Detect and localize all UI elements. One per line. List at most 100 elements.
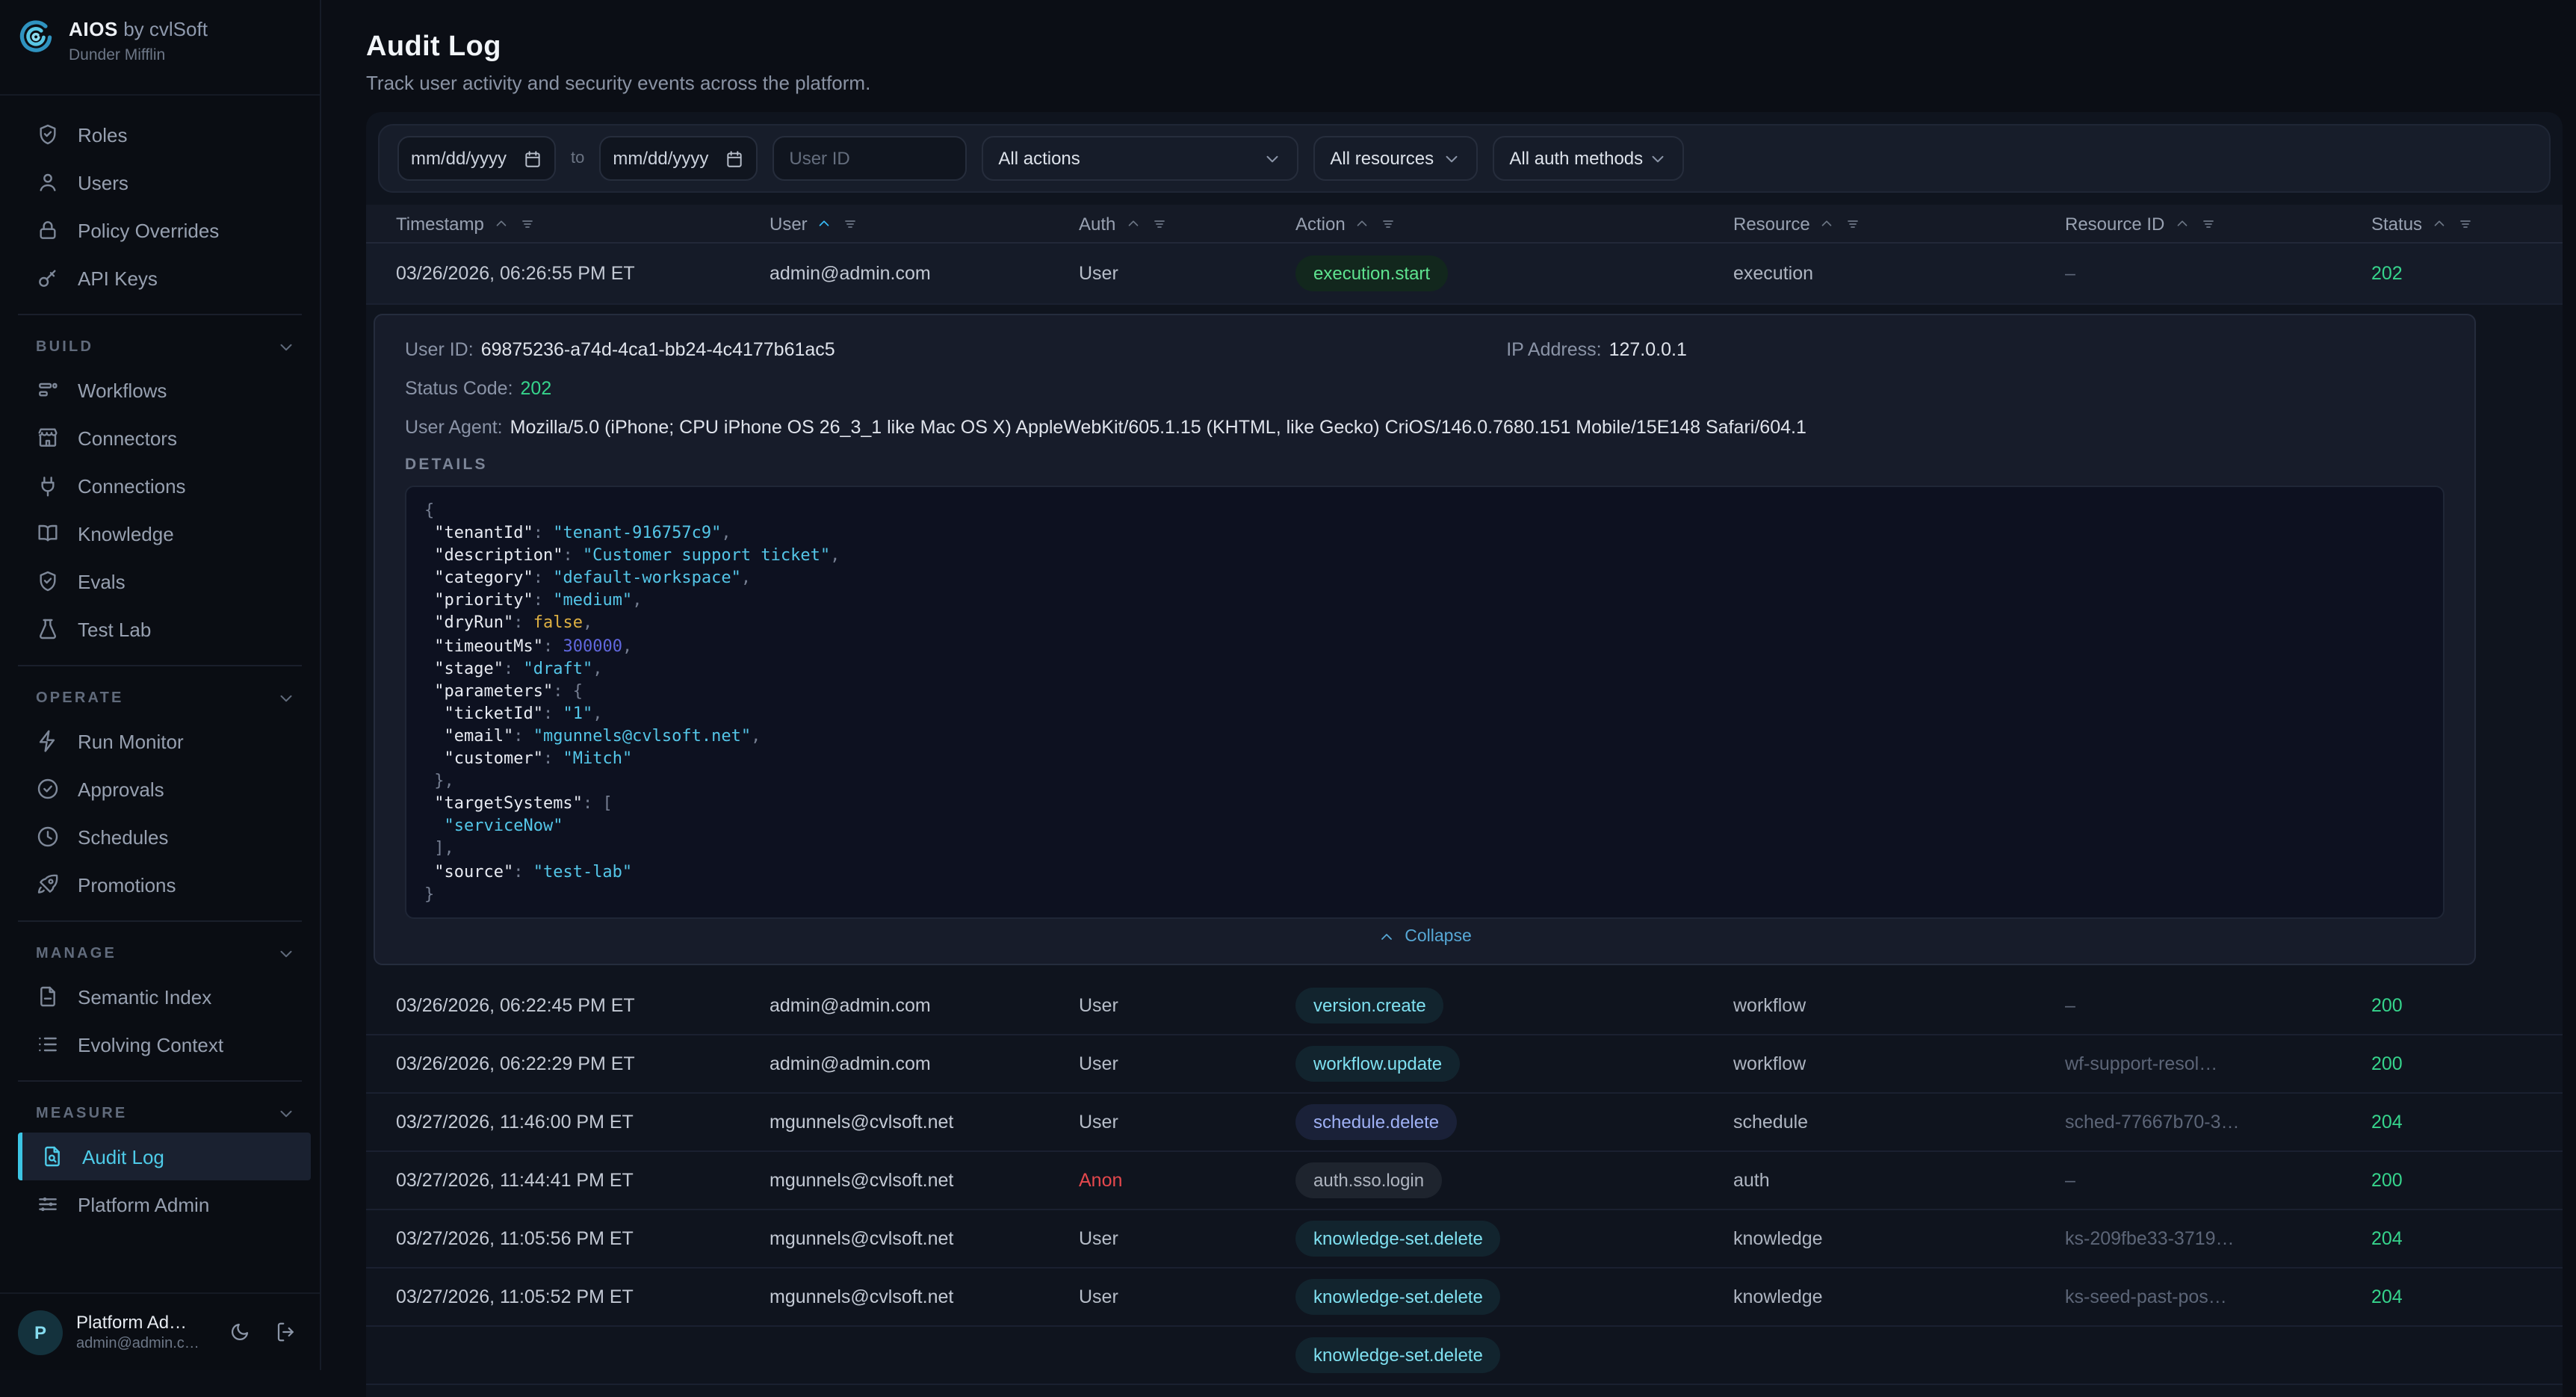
- sidebar-item-connections[interactable]: Connections: [0, 462, 320, 509]
- theme-toggle-button[interactable]: [223, 1316, 256, 1348]
- sidebar-item-roles[interactable]: Roles: [0, 111, 320, 158]
- audit-log-row[interactable]: 03/27/2026, 11:44:41 PM ETmgunnels@cvlso…: [366, 1151, 2563, 1209]
- audit-log-row[interactable]: 03/27/2026, 11:46:00 PM ETmgunnels@cvlso…: [366, 1093, 2563, 1151]
- shield-check-icon: [36, 123, 60, 146]
- check-circle-icon: [36, 777, 60, 801]
- cell-action: execution.start: [1295, 255, 1733, 291]
- column-header-user[interactable]: User: [770, 213, 1079, 234]
- chevron-up-icon: [2431, 215, 2447, 232]
- book-icon: [36, 521, 60, 545]
- sidebar-item-knowledge[interactable]: Knowledge: [0, 509, 320, 557]
- cell-resource: execution: [1733, 263, 2065, 284]
- cell-timestamp: 03/27/2026, 11:05:52 PM ET: [396, 1286, 770, 1307]
- app-name: AIOS: [69, 18, 118, 40]
- auth-methods-select[interactable]: All auth methods: [1493, 136, 1684, 181]
- sidebar-item-evals[interactable]: Evals: [0, 557, 320, 605]
- sidebar-item-run-monitor[interactable]: Run Monitor: [0, 717, 320, 765]
- column-header-auth[interactable]: Auth: [1079, 213, 1295, 234]
- sidebar-section-build[interactable]: BUILD: [0, 327, 320, 366]
- column-label: Resource: [1733, 213, 1810, 234]
- sidebar-divider: [18, 1080, 302, 1082]
- audit-log-row[interactable]: 03/26/2026, 06:22:29 PM ETadmin@admin.co…: [366, 1035, 2563, 1093]
- plug-icon: [36, 474, 60, 498]
- sidebar-item-promotions[interactable]: Promotions: [0, 861, 320, 908]
- sidebar-section-measure[interactable]: MEASURE: [0, 1094, 320, 1133]
- column-header-resource-id[interactable]: Resource ID: [2065, 213, 2371, 234]
- sidebar-item-evolving-context[interactable]: Evolving Context: [0, 1020, 320, 1068]
- column-label: Timestamp: [396, 213, 484, 234]
- cell-action: workflow.update: [1295, 1045, 1733, 1081]
- sidebar-item-workflows[interactable]: Workflows: [0, 366, 320, 414]
- user-name: Platform Ad…: [76, 1312, 209, 1333]
- chevron-down-icon: [276, 337, 296, 356]
- cell-status: 204: [2371, 1286, 2533, 1307]
- cell-status: 200: [2371, 994, 2533, 1015]
- chevron-up-icon: [2173, 215, 2190, 232]
- logout-icon: [274, 1321, 297, 1343]
- sidebar-section-operate[interactable]: OPERATE: [0, 678, 320, 717]
- column-header-action[interactable]: Action: [1295, 213, 1733, 234]
- sidebar-item-platform-admin[interactable]: Platform Admin: [0, 1180, 320, 1228]
- detail-user-agent: User Agent:Mozilla/5.0 (iPhone; CPU iPho…: [405, 417, 2445, 438]
- column-header-timestamp[interactable]: Timestamp: [396, 213, 770, 234]
- user-id-label: User ID:: [405, 339, 474, 360]
- sidebar-item-label: Connections: [78, 474, 186, 497]
- sidebar-item-label: Connectors: [78, 427, 177, 449]
- actions-select[interactable]: All actions: [982, 136, 1298, 181]
- sidebar-item-approvals[interactable]: Approvals: [0, 765, 320, 813]
- cell-auth: User: [1079, 1286, 1295, 1307]
- sidebar-item-label: Users: [78, 171, 129, 193]
- user-id-input[interactable]: [773, 136, 967, 181]
- sidebar-item-label: Schedules: [78, 826, 168, 848]
- user-agent-value: Mozilla/5.0 (iPhone; CPU iPhone OS 26_3_…: [510, 417, 1806, 438]
- cell-resource-id: ks-209fbe33-3719…: [2065, 1227, 2371, 1248]
- sidebar-item-api-keys[interactable]: API Keys: [0, 254, 320, 302]
- column-header-status[interactable]: Status: [2371, 213, 2533, 234]
- list-icon: [36, 1032, 60, 1056]
- logout-button[interactable]: [269, 1316, 302, 1348]
- user-id-value: 69875236-a74d-4ca1-bb24-4c4177b61ac5: [481, 339, 835, 360]
- date-from-input[interactable]: mm/dd/yyyy: [397, 136, 556, 181]
- sidebar-item-test-lab[interactable]: Test Lab: [0, 605, 320, 653]
- sidebar-item-connectors[interactable]: Connectors: [0, 414, 320, 462]
- cell-resource: auth: [1733, 1169, 2065, 1190]
- audit-log-row[interactable]: 03/27/2026, 11:05:52 PM ETmgunnels@cvlso…: [366, 1268, 2563, 1326]
- sidebar-item-label: Audit Log: [82, 1145, 164, 1168]
- sidebar-item-label: Run Monitor: [78, 730, 184, 752]
- key-icon: [36, 266, 60, 290]
- collapse-button[interactable]: Collapse: [405, 927, 2445, 945]
- cell-auth: User: [1079, 1227, 1295, 1248]
- sidebar-item-audit-log[interactable]: Audit Log: [18, 1133, 311, 1180]
- cell-auth: User: [1079, 263, 1295, 284]
- audit-log-row[interactable]: 03/27/2026, 11:05:56 PM ETmgunnels@cvlso…: [366, 1209, 2563, 1268]
- cell-user: admin@admin.com: [770, 263, 1079, 284]
- filter-lines-icon: [1380, 214, 1398, 232]
- section-label: MEASURE: [36, 1105, 127, 1121]
- audit-log-row[interactable]: 03/26/2026, 06:26:55 PM ETadmin@admin.co…: [366, 244, 2563, 305]
- resources-select-value: All resources: [1330, 148, 1434, 169]
- cell-auth: User: [1079, 1053, 1295, 1074]
- action-badge: version.create: [1295, 987, 1444, 1023]
- sidebar-item-users[interactable]: Users: [0, 158, 320, 206]
- rocket-icon: [36, 873, 60, 896]
- cell-action: knowledge-set.delete: [1295, 1220, 1733, 1256]
- column-header-resource[interactable]: Resource: [1733, 213, 2065, 234]
- user-email: admin@admin.c…: [76, 1336, 209, 1352]
- sliders-icon: [36, 1192, 60, 1216]
- sidebar-item-policy-overrides[interactable]: Policy Overrides: [0, 206, 320, 254]
- sidebar-item-semantic-index[interactable]: Semantic Index: [0, 973, 320, 1020]
- sidebar-item-schedules[interactable]: Schedules: [0, 813, 320, 861]
- auth-methods-select-value: All auth methods: [1509, 148, 1643, 169]
- avatar[interactable]: P: [18, 1310, 63, 1354]
- cell-user: mgunnels@cvlsoft.net: [770, 1111, 1079, 1132]
- filter-lines-icon: [2456, 214, 2474, 232]
- audit-log-row[interactable]: knowledge-set.delete: [366, 1326, 2563, 1384]
- collapse-label: Collapse: [1405, 927, 1472, 945]
- cell-user: admin@admin.com: [770, 994, 1079, 1015]
- date-to-input[interactable]: mm/dd/yyyy: [599, 136, 758, 181]
- zap-icon: [36, 729, 60, 753]
- details-json-code: { "tenantId": "tenant-916757c9", "descri…: [405, 486, 2445, 918]
- audit-log-row[interactable]: 03/26/2026, 06:22:45 PM ETadmin@admin.co…: [366, 976, 2563, 1035]
- sidebar-section-manage[interactable]: MANAGE: [0, 934, 320, 973]
- resources-select[interactable]: All resources: [1313, 136, 1478, 181]
